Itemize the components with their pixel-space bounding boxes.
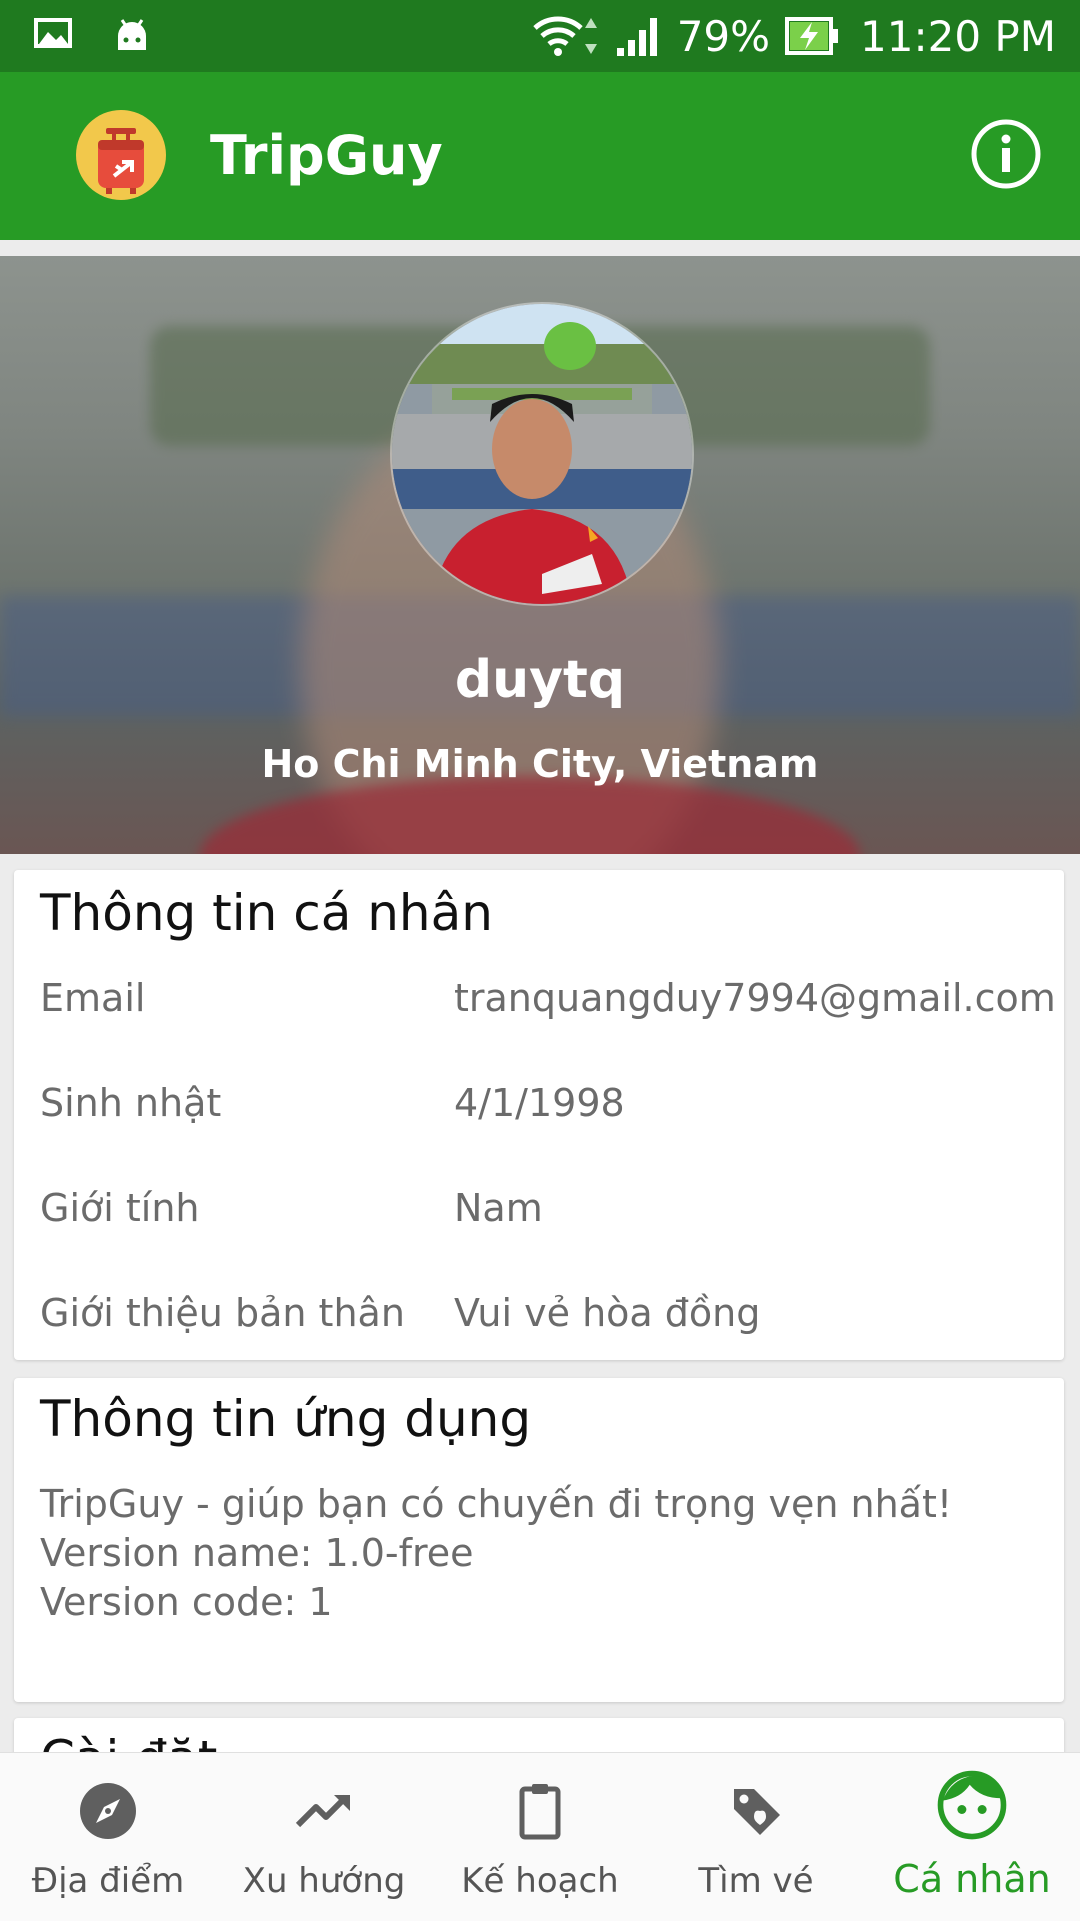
info-row-birthday: Sinh nhật 4/1/1998 [40, 1081, 1040, 1141]
info-icon[interactable] [970, 118, 1042, 190]
app-info-card: Thông tin ứng dụng TripGuy - giúp bạn có… [14, 1378, 1064, 1702]
cellular-signal-icon [616, 18, 657, 56]
info-row-gender: Giới tính Nam [40, 1186, 1040, 1246]
nav-label-profile: Cá nhân [893, 1857, 1051, 1901]
face-icon [937, 1770, 1007, 1840]
app-title: TripGuy [210, 124, 443, 187]
gallery-notification-icon [34, 18, 72, 48]
avatar-photo [392, 304, 692, 604]
compass-icon [80, 1783, 136, 1839]
birthday-value: 4/1/1998 [454, 1081, 625, 1125]
app-bar: TripGuy [0, 72, 1080, 240]
email-label: Email [40, 976, 146, 1020]
info-row-email: Email tranquangduy7994@gmail.com [40, 976, 1056, 1036]
nav-label-tickets: Tìm vé [698, 1861, 814, 1901]
android-notification-icon [118, 19, 146, 50]
nav-item-profile[interactable]: Cá nhân [864, 1753, 1080, 1921]
wifi-icon [532, 16, 597, 56]
avatar[interactable] [390, 302, 694, 606]
nav-item-tickets[interactable]: Tìm vé [648, 1753, 864, 1921]
gender-value: Nam [454, 1186, 543, 1230]
gender-label: Giới tính [40, 1186, 200, 1230]
version-code: Version code: 1 [40, 1580, 333, 1624]
personal-info-card: Thông tin cá nhân Email tranquangduy7994… [14, 870, 1064, 1360]
version-name: Version name: 1.0-free [40, 1531, 474, 1575]
trending-up-icon [295, 1794, 350, 1828]
app-tagline: TripGuy - giúp bạn có chuyến đi trọng vẹ… [40, 1482, 953, 1526]
status-bar: 79% 11:20 PM [0, 0, 1080, 72]
nav-item-trending[interactable]: Xu hướng [216, 1753, 432, 1921]
clipboard-icon [519, 1784, 561, 1840]
birthday-label: Sinh nhật [40, 1081, 222, 1125]
user-location: Ho Chi Minh City, Vietnam [261, 742, 819, 786]
battery-charging-icon [785, 17, 839, 55]
suitcase-logo-icon [76, 110, 166, 200]
personal-info-title: Thông tin cá nhân [40, 884, 493, 942]
clock: 11:20 PM [860, 11, 1056, 61]
app-info-title: Thông tin ứng dụng [40, 1390, 532, 1448]
nav-label-trending: Xu hướng [242, 1861, 406, 1901]
username: duytq [454, 650, 626, 710]
battery-percentage: 79% [676, 11, 771, 61]
notification-icons [34, 16, 152, 56]
nav-item-plans[interactable]: Kế hoạch [432, 1753, 648, 1921]
nav-item-places[interactable]: Địa điểm [0, 1753, 216, 1921]
tag-icon [734, 1789, 780, 1835]
bottom-navigation: Địa điểm Xu hướng Kế hoạch Tìm vé Cá nhâ… [0, 1752, 1080, 1921]
email-value: tranquangduy7994@gmail.com [454, 976, 1056, 1020]
bio-value: Vui vẻ hòa đồng [454, 1291, 761, 1335]
nav-label-plans: Kế hoạch [461, 1861, 619, 1901]
bio-label: Giới thiệu bản thân [40, 1291, 405, 1335]
system-icons: 79% 11:20 PM [531, 8, 1056, 64]
nav-label-places: Địa điểm [31, 1861, 185, 1901]
info-row-bio: Giới thiệu bản thân Vui vẻ hòa đồng [40, 1291, 1040, 1351]
